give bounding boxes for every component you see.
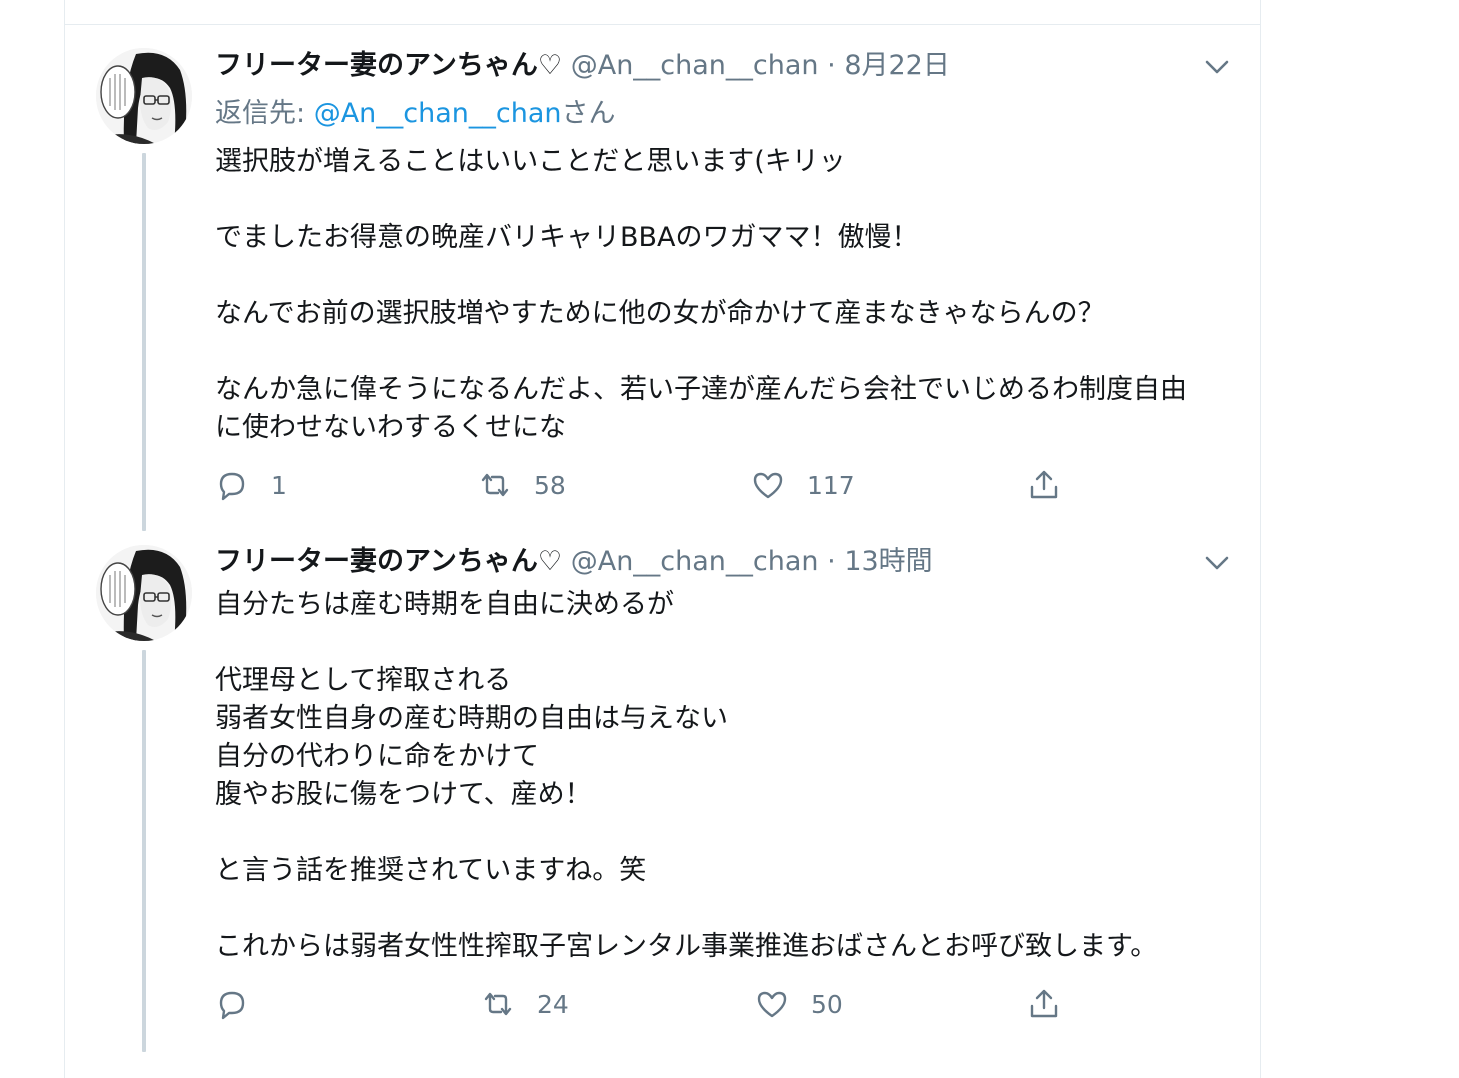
reply-icon bbox=[219, 472, 245, 501]
timestamp[interactable]: 8月22日 bbox=[844, 50, 950, 81]
heart-icon bbox=[753, 472, 783, 499]
tweet-line-blank bbox=[215, 257, 1235, 295]
display-name[interactable]: フリーター妻のアンちゃん♡ bbox=[215, 50, 562, 81]
tweet-line: と言う話を推奨されていますね。笑 bbox=[215, 855, 647, 886]
like-count: 50 bbox=[811, 989, 843, 1019]
tweet-line: なんか急に偉そうになるんだよ、若い子達が産んだら会社でいじめるわ制度自由 bbox=[215, 374, 1187, 405]
tweet-actions: 1 58 117 bbox=[215, 465, 1255, 505]
tweet-line-blank bbox=[215, 624, 1235, 662]
share-icon bbox=[1030, 989, 1058, 1018]
retweet-count: 24 bbox=[537, 989, 569, 1019]
avatar[interactable] bbox=[96, 545, 192, 641]
share-icon bbox=[1030, 470, 1058, 499]
tweet-text: 選択肢が増えることはいいことだと思います(キリッ でましたお得意の晩産バリキャリ… bbox=[215, 143, 1235, 447]
reply-button[interactable] bbox=[215, 984, 271, 1024]
tweet-header: フリーター妻のアンちゃん♡ @An__chan__chan · 8月22日 bbox=[215, 48, 950, 84]
tweet-line: でましたお得意の晩産バリキャリBBAのワガママ！傲慢！ bbox=[215, 222, 919, 253]
avatar[interactable] bbox=[96, 48, 192, 144]
thread-line bbox=[142, 650, 146, 1052]
tweet-line: に使わせないわするくせにな bbox=[215, 412, 566, 443]
user-handle[interactable]: @An__chan__chan bbox=[571, 50, 819, 81]
chevron-down-icon[interactable] bbox=[1200, 546, 1234, 580]
tweet-line-blank bbox=[215, 333, 1235, 371]
user-handle[interactable]: @An__chan__chan bbox=[571, 546, 819, 577]
previous-tweet-separator bbox=[64, 24, 1261, 25]
like-count: 117 bbox=[807, 470, 855, 500]
avatar-illustration bbox=[96, 48, 192, 144]
replying-to-label: 返信先: bbox=[215, 98, 314, 129]
replying-to-handle-link[interactable]: @An__chan__chan bbox=[314, 98, 562, 129]
avatar-illustration bbox=[96, 545, 192, 641]
replying-to: 返信先: @An__chan__chanさん bbox=[215, 96, 616, 132]
tweet-header: フリーター妻のアンちゃん♡ @An__chan__chan · 13時間 bbox=[215, 544, 933, 580]
tweet-line: 弱者女性自身の産む時期の自由は与えない bbox=[215, 703, 728, 734]
retweet-icon bbox=[484, 992, 512, 1016]
heart-icon bbox=[757, 991, 787, 1018]
tweet-line-blank bbox=[215, 890, 1235, 928]
retweet-count: 58 bbox=[534, 470, 566, 500]
tweet-line-blank bbox=[215, 814, 1235, 852]
retweet-button[interactable]: 58 bbox=[478, 465, 566, 505]
reply-count: 1 bbox=[271, 470, 287, 500]
retweet-button[interactable]: 24 bbox=[481, 984, 569, 1024]
tweet-line: 腹やお股に傷をつけて、産め！ bbox=[215, 779, 592, 810]
tweet-actions: 24 50 bbox=[215, 984, 1255, 1024]
replying-to-suffix: さん bbox=[561, 98, 616, 129]
tweet-line-blank bbox=[215, 181, 1235, 219]
timestamp[interactable]: 13時間 bbox=[844, 546, 932, 577]
tweet-text: 自分たちは産む時期を自由に決めるが 代理母として搾取される 弱者女性自身の産む時… bbox=[215, 586, 1235, 966]
share-button[interactable] bbox=[1027, 984, 1061, 1024]
thread-line bbox=[142, 153, 146, 531]
reply-button[interactable]: 1 bbox=[215, 465, 287, 505]
like-button[interactable]: 117 bbox=[751, 465, 855, 505]
like-button[interactable]: 50 bbox=[755, 984, 843, 1024]
separator-dot: · bbox=[827, 546, 836, 577]
tweet-line: なんでお前の選択肢増やすために他の女が命かけて産まなきゃならんの？ bbox=[215, 298, 1105, 329]
display-name[interactable]: フリーター妻のアンちゃん♡ bbox=[215, 546, 562, 577]
tweet-line: 代理母として搾取される bbox=[215, 665, 512, 696]
chevron-down-icon[interactable] bbox=[1200, 50, 1234, 84]
tweet-line: 自分の代わりに命をかけて bbox=[215, 741, 539, 772]
retweet-icon bbox=[481, 473, 509, 497]
reply-icon bbox=[219, 991, 245, 1020]
separator-dot: · bbox=[827, 50, 836, 81]
share-button[interactable] bbox=[1027, 465, 1061, 505]
tweet-line: 自分たちは産む時期を自由に決めるが bbox=[215, 589, 674, 620]
tweet-line: これからは弱者女性性搾取子宮レンタル事業推進おばさんとお呼び致します。 bbox=[215, 931, 1158, 962]
tweet-line: 選択肢が増えることはいいことだと思います(キリッ bbox=[215, 146, 846, 177]
